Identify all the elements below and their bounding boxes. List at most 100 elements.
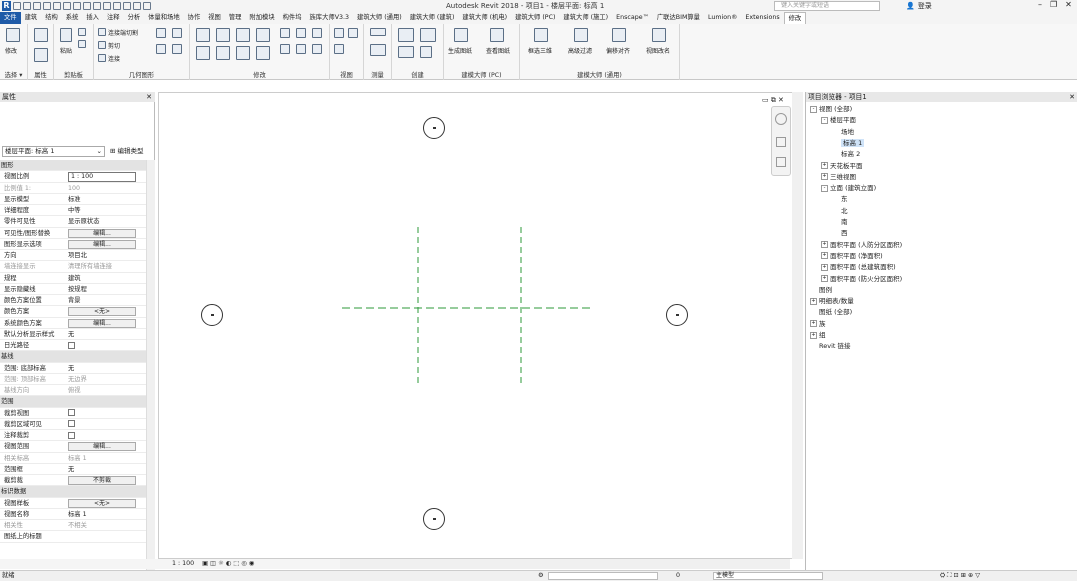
property-checkbox[interactable] [68, 409, 75, 416]
tree-item[interactable]: + 组 [810, 330, 826, 341]
paste-button[interactable]: 粘贴 [60, 46, 72, 55]
align-icon[interactable] [196, 28, 210, 42]
property-edit-button[interactable]: <无> [68, 498, 136, 508]
join-cut-button[interactable]: 连接端切割 [108, 28, 138, 37]
create-parts-icon[interactable] [420, 28, 436, 42]
tree-item[interactable]: Revit 链接 [810, 341, 851, 352]
tab-15[interactable]: 建筑大师 (建筑) [406, 12, 459, 24]
sun-path-icon[interactable]: ☼ [218, 560, 224, 567]
expand-icon[interactable]: + [810, 331, 817, 339]
gen-drawing-icon[interactable] [454, 28, 468, 42]
elevation-marker-east[interactable] [666, 304, 688, 326]
tree-item[interactable]: 南 [832, 217, 848, 228]
tree-item[interactable]: 标高 2 [832, 149, 860, 160]
split-icon[interactable] [280, 28, 290, 38]
thin-lines-icon[interactable] [123, 2, 131, 10]
tab-3[interactable]: 系统 [62, 12, 83, 24]
property-checkbox[interactable] [68, 420, 75, 428]
tab-2[interactable]: 结构 [41, 12, 62, 24]
property-group-header[interactable]: 图形 [0, 160, 146, 172]
type-selector[interactable]: 楼层平面: 标高 1 ⌄ [2, 146, 105, 157]
worksharing-icon[interactable]: ⚙ [538, 571, 544, 581]
switch-windows-icon[interactable] [143, 2, 151, 10]
account-area[interactable]: 👤 登录 [906, 1, 932, 11]
expand-icon[interactable]: + [821, 263, 828, 271]
tree-item[interactable]: - 楼层平面 [821, 115, 856, 126]
property-checkbox[interactable] [68, 341, 75, 349]
box3d-button[interactable]: 框选三维 [528, 46, 552, 55]
canvas-vertical-scrollbar[interactable] [792, 92, 803, 559]
design-option-selector[interactable]: 主模型 [713, 572, 823, 580]
cut-geometry-button[interactable]: 剪切 [108, 41, 120, 50]
view-cube-icon[interactable] [775, 113, 787, 125]
tab-11[interactable]: 附加模块 [245, 12, 278, 24]
elevation-marker-west[interactable] [201, 304, 223, 326]
delete-icon[interactable] [312, 44, 322, 54]
tab-14[interactable]: 建筑大师 (通用) [353, 12, 406, 24]
elevation-marker-south[interactable] [423, 508, 445, 530]
steering-wheel-icon[interactable] [776, 137, 786, 147]
properties-scrollbar[interactable] [146, 160, 155, 570]
close-icon[interactable]: ✕ [1065, 0, 1072, 9]
adv-filter-icon[interactable] [574, 28, 588, 42]
tab-21[interactable]: Lumion® [704, 12, 741, 24]
canvas-horizontal-scrollbar[interactable] [340, 559, 790, 569]
undo-icon[interactable] [43, 2, 51, 10]
create-group-icon[interactable] [398, 46, 414, 58]
tab-0[interactable]: 文件 [0, 12, 21, 24]
split-face-icon[interactable] [172, 28, 182, 38]
view-drawing-button[interactable]: 查看图纸 [486, 46, 510, 55]
rename-view-icon[interactable] [652, 28, 666, 42]
offset-align-icon[interactable] [612, 28, 626, 42]
view-window-controls[interactable]: ▭ ⧉ ✕ [762, 96, 784, 105]
gen-drawing-button[interactable]: 生成图纸 [448, 46, 472, 55]
tree-item[interactable]: 图纸 (全部) [810, 307, 852, 318]
paint-icon[interactable] [156, 44, 166, 54]
minimize-icon[interactable]: – [1038, 0, 1042, 9]
rename-view-button[interactable]: 视图改名 [646, 46, 670, 55]
tree-item[interactable]: 标高 1 [832, 138, 865, 149]
dimension-icon[interactable] [83, 2, 91, 10]
view-scale[interactable]: 1 : 100 [172, 560, 194, 567]
expand-icon[interactable]: + [821, 241, 828, 249]
close-hidden-icon[interactable] [133, 2, 141, 10]
measure-tool-icon[interactable] [370, 28, 386, 36]
property-edit-button[interactable]: 不剪裁 [68, 476, 136, 485]
sync-icon[interactable] [33, 2, 41, 10]
property-group-header[interactable]: 范围 [0, 396, 146, 408]
user-icon[interactable]: 👤 [906, 2, 915, 10]
collapse-icon[interactable]: - [810, 105, 817, 113]
tab-6[interactable]: 分析 [124, 12, 145, 24]
tree-item[interactable]: 图例 [810, 285, 832, 296]
workset-selector[interactable] [548, 572, 658, 580]
modify-button[interactable]: 修改 [5, 46, 17, 55]
property-checkbox[interactable] [68, 431, 75, 439]
tab-18[interactable]: 建筑大师 (施工) [559, 12, 612, 24]
navigation-bar[interactable] [771, 106, 791, 176]
array-icon[interactable] [280, 44, 290, 54]
drawing-canvas[interactable]: ▭ ⧉ ✕ [158, 92, 803, 559]
mirror-draw-icon[interactable] [256, 28, 270, 42]
wall-joins-icon[interactable] [156, 28, 166, 38]
property-edit-button[interactable]: <无> [68, 307, 136, 317]
tab-16[interactable]: 建筑大师 (机电) [458, 12, 511, 24]
tree-item[interactable]: 场地 [832, 127, 854, 138]
login-link[interactable]: 登录 [918, 1, 932, 11]
offset-icon[interactable] [216, 28, 230, 42]
expand-icon[interactable]: + [821, 252, 828, 260]
modify-cursor-icon[interactable] [6, 28, 20, 42]
measure-icon[interactable] [73, 2, 81, 10]
copy-element-icon[interactable] [216, 46, 230, 60]
rotate-icon[interactable] [236, 46, 250, 60]
tree-item[interactable]: 东 [832, 194, 848, 205]
adv-filter-button[interactable]: 高级过滤 [568, 46, 592, 55]
paste-icon[interactable] [60, 28, 72, 42]
offset-align-button[interactable]: 偏移对齐 [606, 46, 630, 55]
crop-view-icon[interactable]: ⬚ [233, 560, 239, 567]
expand-icon[interactable]: + [821, 275, 828, 282]
cut-geometry-icon[interactable] [98, 41, 106, 49]
scale-icon[interactable] [296, 44, 306, 54]
join-cut-icon[interactable] [98, 28, 106, 36]
property-edit-button[interactable]: 编辑... [68, 442, 136, 452]
property-edit-button[interactable]: 编辑... [68, 228, 136, 238]
